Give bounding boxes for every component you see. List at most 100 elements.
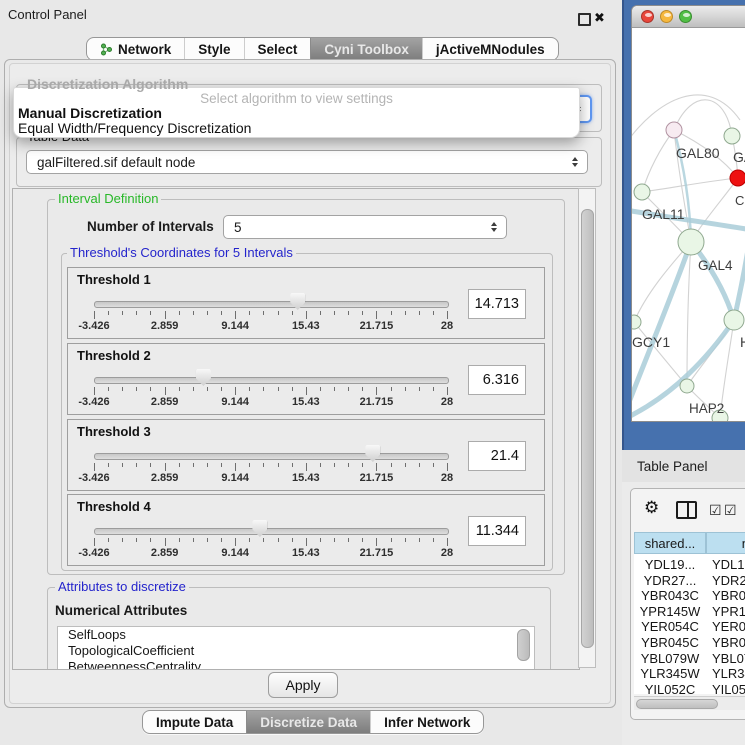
network-edge[interactable]	[734, 224, 745, 320]
slider-tick-labels: -3.4262.8599.14415.4321.71528	[94, 547, 447, 560]
slider-track[interactable]	[94, 528, 449, 535]
column-header-shared-name[interactable]: shared...	[634, 532, 706, 554]
dropdown-option-equal-width[interactable]: Equal Width/Frequency Discretization	[17, 120, 576, 136]
cell-name[interactable]: YBR045C	[712, 635, 745, 650]
network-node[interactable]	[724, 128, 740, 144]
table-row[interactable]: YER054C YER054C	[634, 619, 745, 635]
threshold-panel: Threshold 4 -3.4262.8599.14415.4321.71528	[67, 494, 545, 566]
threshold-value-input[interactable]	[468, 441, 526, 471]
table-row[interactable]: YLR345W YLR345W	[634, 666, 745, 682]
cell-shared-name[interactable]: YBR045C	[634, 635, 706, 650]
threshold-value-input[interactable]	[468, 365, 526, 395]
tab-cyni-toolbox[interactable]: Cyni Toolbox	[310, 38, 422, 60]
network-node[interactable]	[634, 184, 650, 200]
network-node[interactable]	[680, 379, 694, 393]
cell-shared-name[interactable]: YIL052C	[634, 682, 706, 694]
network-node-label: GAL11	[642, 206, 685, 222]
table-row[interactable]: YPR145W YPR145W	[634, 604, 745, 620]
network-edge[interactable]	[674, 100, 732, 136]
tab-style[interactable]: Style	[184, 38, 243, 60]
network-edge[interactable]	[632, 95, 740, 146]
table-row[interactable]: YDL19... YDL19...	[634, 557, 745, 573]
table-row[interactable]: YBR043C YBR043C	[634, 588, 745, 604]
float-window-icon[interactable]	[578, 13, 591, 26]
network-edge[interactable]	[687, 242, 691, 386]
node-table[interactable]: shared... name YDL19...YDL19...YDR27...Y…	[634, 532, 745, 694]
cell-shared-name[interactable]: YDR27...	[634, 573, 706, 588]
threshold-value-input[interactable]	[468, 516, 526, 546]
network-edge[interactable]	[642, 178, 738, 192]
cell-name[interactable]: YBR043C	[712, 588, 745, 603]
numerical-attributes-list[interactable]: SelfLoopsTopologicalCoefficientBetweenne…	[57, 626, 535, 670]
control-panel-tabs: Network Style Select Cyni Toolbox jActiv…	[86, 37, 559, 61]
column-header-name[interactable]: name	[706, 532, 745, 554]
tab-jactivemnodules[interactable]: jActiveMNodules	[422, 38, 558, 60]
table-hscrollbar-thumb[interactable]	[636, 699, 718, 709]
network-node[interactable]	[666, 122, 682, 138]
minimize-traffic-light[interactable]	[660, 10, 673, 23]
zoom-traffic-light[interactable]	[679, 10, 692, 23]
checkbox-icon[interactable]: ☑	[724, 503, 737, 517]
network-edge[interactable]	[634, 322, 687, 386]
settings-scrollbar-thumb[interactable]	[581, 209, 594, 648]
thresholds-group-label: Threshold's Coordinates for 5 Intervals	[67, 246, 296, 260]
cell-shared-name[interactable]: YBR043C	[634, 588, 706, 603]
cell-shared-name[interactable]: YER054C	[634, 619, 706, 634]
checkbox-icon[interactable]: ☑	[709, 503, 722, 517]
tab-network[interactable]: Network	[87, 38, 184, 60]
table-row[interactable]: YBR045C YBR045C	[634, 635, 745, 651]
table-row[interactable]: YIL052C YIL052C	[634, 682, 745, 694]
network-node-label: GAL4	[698, 258, 733, 273]
table-hscrollbar[interactable]	[634, 696, 745, 710]
attribute-list-item[interactable]: BetweennessCentrality	[58, 659, 534, 670]
tab-select[interactable]: Select	[244, 38, 311, 60]
cell-shared-name[interactable]: YPR145W	[634, 604, 706, 619]
tab-discretize-data[interactable]: Discretize Data	[246, 711, 370, 733]
cell-name[interactable]: YDR27...	[712, 573, 745, 588]
network-node[interactable]	[678, 229, 704, 255]
cell-name[interactable]: YPR145W	[712, 604, 745, 619]
cell-name[interactable]: YIL052C	[712, 682, 745, 694]
table-row[interactable]: YDR27... YDR27...	[634, 573, 745, 589]
tab-infer-network[interactable]: Infer Network	[370, 711, 483, 733]
settings-scrollbar[interactable]	[578, 188, 596, 668]
table-data-combobox[interactable]: galFiltered.sif default node	[26, 150, 588, 174]
gear-icon[interactable]: ⚙	[644, 499, 659, 516]
apply-button[interactable]: Apply	[268, 672, 338, 698]
slider-tick-labels: -3.4262.8599.14415.4321.71528	[94, 396, 447, 409]
threshold-label: Threshold 4	[77, 499, 151, 514]
list-scrollbar-thumb[interactable]	[517, 629, 530, 661]
cell-shared-name[interactable]: YBL079W	[634, 651, 706, 666]
slider-track[interactable]	[94, 377, 449, 384]
network-canvas[interactable]: GAL80GACGAL11GAL4GCY1HHAP2	[632, 28, 745, 421]
close-traffic-light[interactable]	[641, 10, 654, 23]
cell-name[interactable]: YBL079W	[712, 651, 745, 666]
cell-shared-name[interactable]: YLR345W	[634, 666, 706, 681]
combo-arrows-icon	[491, 222, 497, 232]
num-intervals-combobox[interactable]: 5	[223, 215, 507, 239]
network-node-label: HAP2	[689, 401, 724, 416]
dropdown-option-manual[interactable]: Manual Discretization	[17, 105, 576, 121]
cell-name[interactable]: YDL19...	[712, 557, 745, 572]
close-icon[interactable]: ✖	[594, 11, 605, 24]
network-node[interactable]	[632, 315, 641, 329]
slider-track[interactable]	[94, 453, 449, 460]
split-columns-icon[interactable]	[676, 501, 697, 519]
tab-impute-data[interactable]: Impute Data	[143, 711, 246, 733]
network-view-window[interactable]: GAL80GACGAL11GAL4GCY1HHAP2	[631, 5, 745, 422]
attribute-list-item[interactable]: TopologicalCoefficient	[58, 643, 534, 659]
threshold-value-input[interactable]	[468, 289, 526, 319]
network-edge[interactable]	[634, 242, 691, 322]
cell-name[interactable]: YLR345W	[712, 666, 745, 681]
attribute-list-item[interactable]: SelfLoops	[58, 627, 534, 643]
num-intervals-value: 5	[234, 220, 242, 235]
network-node[interactable]	[730, 170, 745, 186]
network-node[interactable]	[724, 310, 744, 330]
network-window-titlebar[interactable]	[632, 6, 745, 28]
cell-name[interactable]: YER054C	[712, 619, 745, 634]
network-edge[interactable]	[642, 130, 674, 192]
table-row[interactable]: YBL079W YBL079W	[634, 651, 745, 667]
cell-shared-name[interactable]: YDL19...	[634, 557, 706, 572]
table-panel-header: Table Panel	[622, 450, 745, 483]
slider-track[interactable]	[94, 301, 449, 308]
